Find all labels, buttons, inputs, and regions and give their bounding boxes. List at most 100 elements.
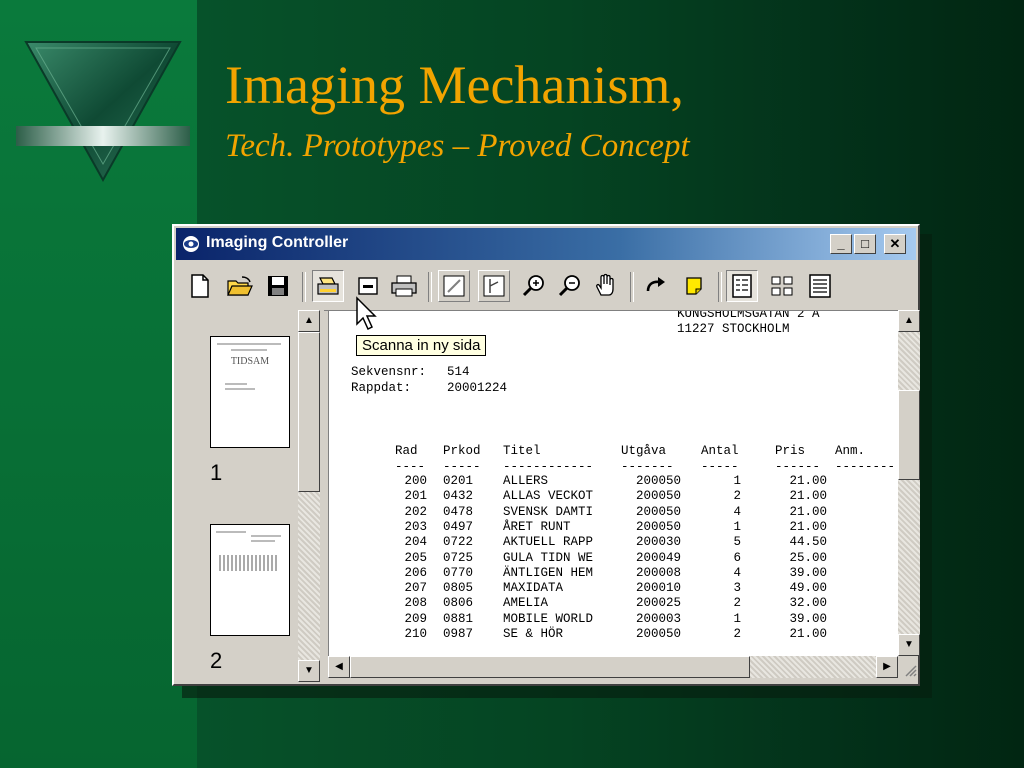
thumbnail-page-2[interactable] — [210, 524, 290, 636]
zoom-in-icon[interactable] — [518, 270, 550, 302]
column-header: Utgåva — [621, 444, 667, 458]
print-icon[interactable] — [388, 270, 420, 302]
rotate-right-icon[interactable] — [478, 270, 510, 302]
new-document-icon[interactable] — [184, 270, 216, 302]
thumbnail-number-2: 2 — [210, 648, 223, 673]
table-cell: 200 — [404, 474, 427, 488]
scroll-down-arrow-icon[interactable]: ▼ — [298, 660, 320, 682]
thumbnail-view-icon[interactable] — [766, 270, 798, 302]
scrollbar-thumb[interactable] — [298, 332, 320, 492]
header-rule: ----- — [701, 460, 739, 474]
rotate-left-icon[interactable] — [438, 270, 470, 302]
table-cell: 200050 — [635, 489, 681, 504]
doc-scroll-up-arrow-icon[interactable]: ▲ — [898, 310, 920, 332]
column-header: Rad — [395, 444, 418, 458]
table-cell: 2 — [733, 627, 741, 641]
table-cell: 200030 — [635, 535, 681, 550]
redo-icon[interactable] — [640, 270, 672, 302]
table-cell: 204 — [404, 535, 427, 550]
table-cell: 4 — [733, 565, 741, 580]
table-cell: 39.00 — [789, 611, 827, 626]
table-cell: 2 — [733, 489, 741, 504]
open-folder-icon[interactable] — [224, 270, 256, 302]
header-rule: -------- — [835, 460, 896, 474]
table-cell: 206 — [404, 565, 427, 580]
table-cell: 200003 — [635, 611, 681, 626]
table-cell: 6 — [733, 550, 741, 565]
header-rule: ------- — [621, 460, 674, 474]
table-cell: ALLERS — [503, 474, 549, 488]
table-cell: 3 — [733, 581, 741, 596]
title-bar[interactable]: Imaging Controller _ □ ✕ — [176, 228, 916, 260]
table-cell: 49.00 — [789, 581, 827, 596]
table-cell: 208 — [404, 596, 427, 611]
table-cell: 210 — [404, 627, 427, 641]
table-cell: 0432 — [443, 489, 474, 504]
table-cell: 200050 — [635, 519, 681, 534]
table-cell: AKTUELL RAPP — [503, 535, 594, 550]
table-cell: 0987 — [443, 627, 474, 641]
table-cell: 1 — [733, 519, 741, 534]
note-icon[interactable] — [678, 270, 710, 302]
column-header: Prkod — [443, 444, 481, 458]
table-cell: 21.00 — [789, 474, 827, 488]
table-cell: 0722 — [443, 535, 474, 550]
table-cell: 209 — [404, 611, 427, 626]
doc-scroll-down-arrow-icon[interactable]: ▼ — [898, 634, 920, 656]
table-cell: 200008 — [635, 565, 681, 580]
table-cell: 0806 — [443, 596, 474, 611]
slide-subtitle: Tech. Prototypes – Proved Concept — [225, 128, 690, 164]
size-grip-icon[interactable] — [898, 656, 918, 678]
toolbar-separator — [302, 272, 306, 302]
scroll-left-arrow-icon[interactable]: ◀ — [328, 656, 350, 678]
table-cell: 0770 — [443, 565, 474, 580]
table-cell: ALLAS VECKOT — [503, 489, 594, 504]
header-rule: ---- — [395, 460, 426, 474]
table-cell: ÅRET RUNT — [503, 519, 571, 534]
scan-tooltip: Scanna in ny sida — [356, 335, 487, 356]
address-line-2: 11227 STOCKHOLM — [677, 322, 790, 336]
table-cell: 203 — [404, 519, 427, 534]
column-header: Antal — [701, 444, 739, 458]
mouse-cursor-icon — [356, 296, 377, 331]
table-cell: 200025 — [635, 596, 681, 611]
maximize-button[interactable]: □ — [854, 234, 876, 254]
table-cell: 21.00 — [789, 504, 827, 519]
scan-icon[interactable] — [312, 270, 344, 302]
document-horizontal-scrollbar[interactable]: ◀ ▶ — [328, 656, 898, 678]
table-cell: 200049 — [635, 550, 681, 565]
table-cell: 2 — [733, 596, 741, 611]
document-vertical-scrollbar[interactable]: ▲ ▼ — [898, 310, 920, 656]
table-cell: MAXIDATA — [503, 581, 564, 596]
table-cell: AMELIA — [503, 596, 549, 611]
one-page-view-icon[interactable] — [726, 270, 758, 302]
table-cell: 0478 — [443, 504, 474, 519]
triangle-logo-icon — [16, 41, 190, 183]
scroll-up-arrow-icon[interactable]: ▲ — [298, 310, 320, 332]
table-cell: 1 — [733, 611, 741, 626]
sekvensnr-label: Sekvensnr: — [351, 365, 427, 379]
save-disk-icon[interactable] — [262, 270, 294, 302]
document-view[interactable]: KUNGSHOLMSGATAN 2 A 11227 STOCKHOLM Sekv… — [328, 310, 898, 656]
thumbnail-page-1[interactable]: TIDSAM — [210, 336, 290, 448]
table-cell: 5 — [733, 535, 741, 550]
table-cell: 205 — [404, 550, 427, 565]
table-cell: 0805 — [443, 581, 474, 596]
scroll-right-arrow-icon[interactable]: ▶ — [876, 656, 898, 678]
hand-pan-icon[interactable] — [590, 270, 622, 302]
minimize-button[interactable]: _ — [830, 234, 852, 254]
window-title: Imaging Controller — [206, 234, 349, 251]
table-cell: SE & HÖR — [503, 627, 564, 641]
table-cell: ÄNTLIGEN HEM — [503, 565, 594, 580]
close-button[interactable]: ✕ — [884, 234, 906, 254]
imaging-controller-window: Imaging Controller _ □ ✕ TIDSAM 1 2 ▲ ▼ … — [172, 224, 920, 686]
page-detail-icon[interactable] — [804, 270, 836, 302]
horizontal-scrollbar-thumb[interactable] — [350, 656, 750, 678]
thumbnail-number-1: 1 — [210, 460, 223, 485]
doc-scrollbar-thumb[interactable] — [898, 390, 920, 480]
header-rule: ----- — [443, 460, 481, 474]
thumbnail-scrollbar[interactable]: ▲ ▼ — [298, 310, 320, 682]
table-cell: SVENSK DAMTI — [503, 504, 594, 519]
zoom-out-icon[interactable] — [554, 270, 586, 302]
toolbar-separator — [428, 272, 432, 302]
